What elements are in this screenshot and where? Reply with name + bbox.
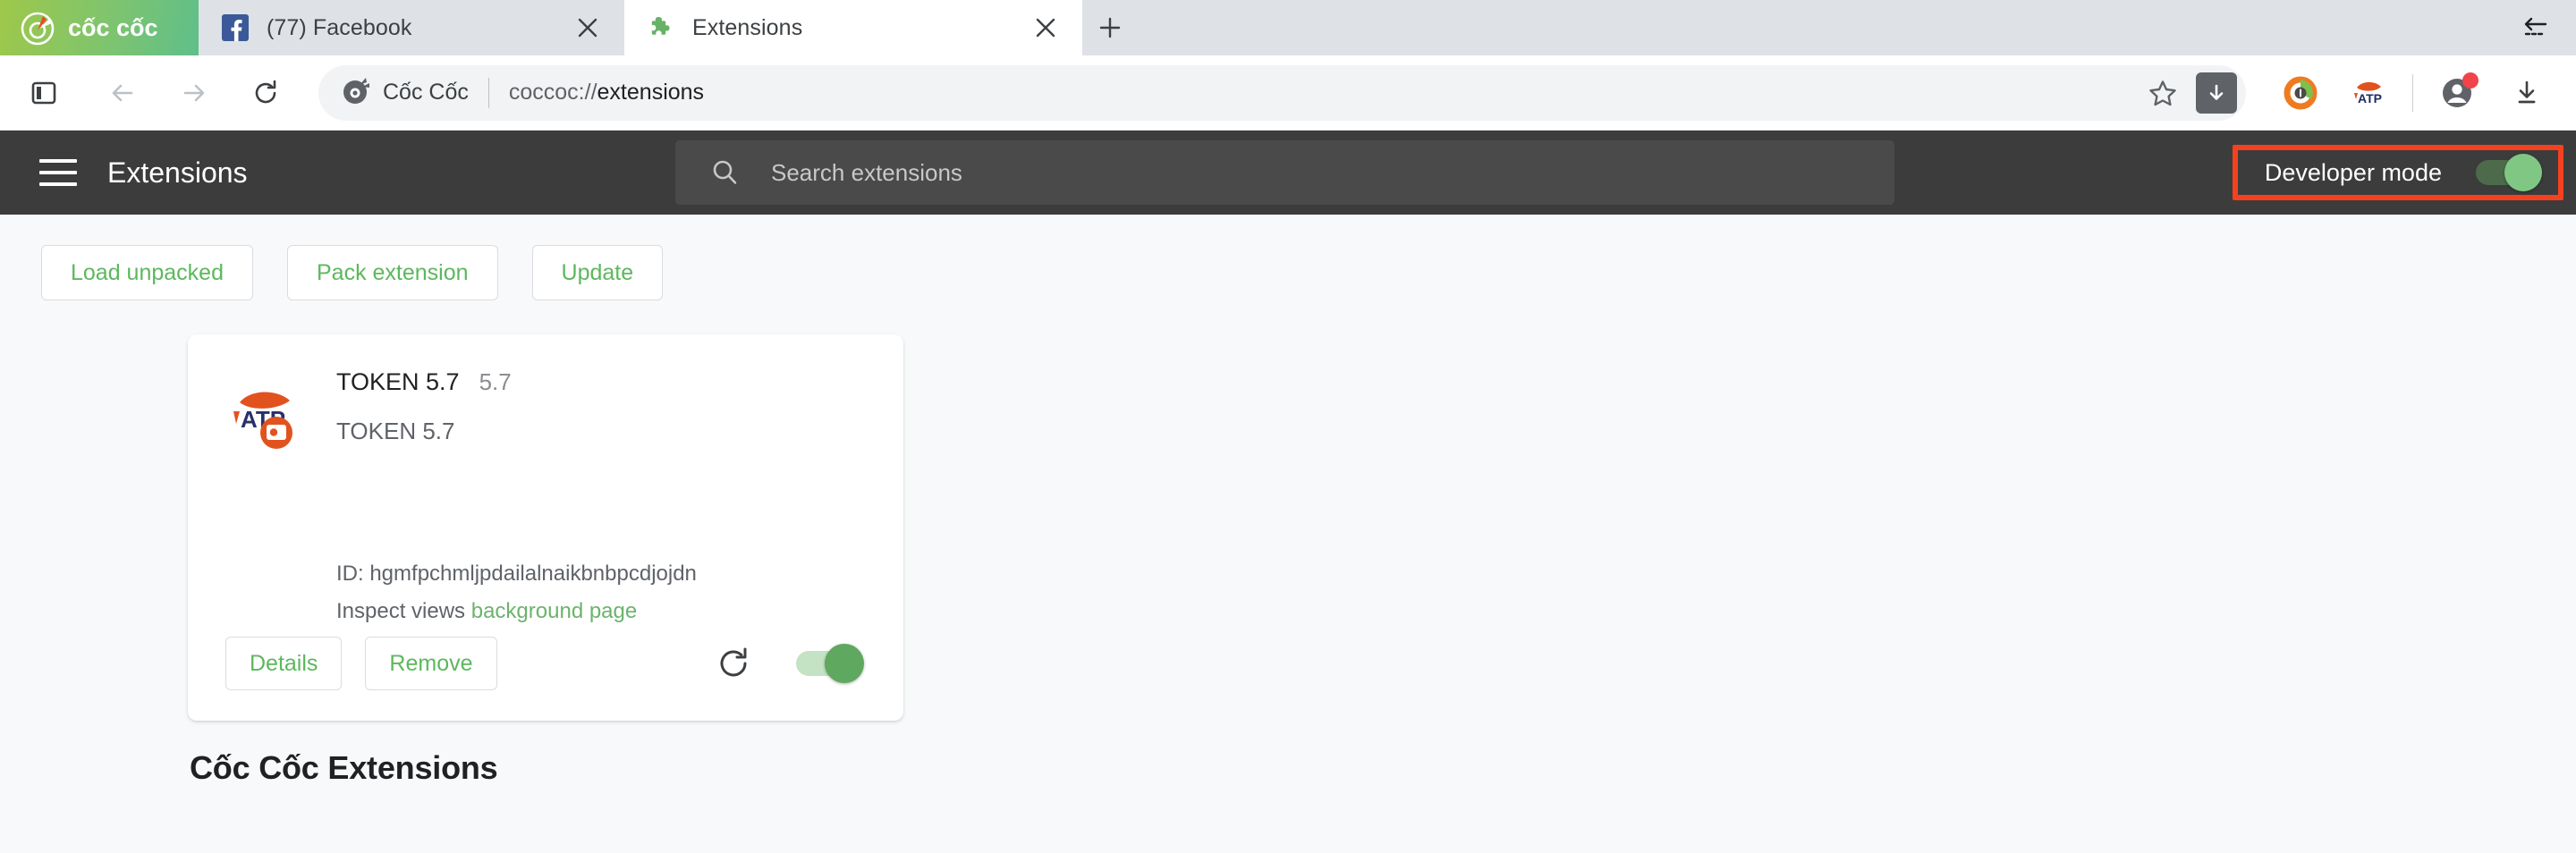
extension-name-line: TOKEN 5.7 5.7 (336, 368, 866, 396)
hamburger-menu-icon[interactable] (39, 159, 77, 186)
toggle-knob (825, 644, 864, 683)
downloads-tray-icon[interactable] (2497, 63, 2556, 122)
extension-id: ID: hgmfpchmljpdailalnaikbnbpcdjojdn (336, 562, 697, 586)
tab-title: (77) Facebook (267, 14, 412, 40)
pack-extension-button[interactable]: Pack extension (286, 245, 498, 300)
tab-strip-empty-area[interactable] (1138, 0, 2496, 55)
update-button[interactable]: Update (531, 245, 664, 300)
svg-text:ATP: ATP (2358, 91, 2382, 106)
browser-tab-extensions[interactable]: Extensions (624, 0, 1082, 55)
star-icon[interactable] (2133, 63, 2192, 122)
new-tab-button[interactable] (1082, 0, 1138, 55)
reload-icon[interactable] (236, 63, 295, 122)
profile-notification-badge (2462, 72, 2479, 89)
extensions-page-header: Extensions Search extensions Developer m… (0, 131, 2576, 215)
profile-avatar-icon[interactable] (2428, 63, 2487, 122)
search-input[interactable]: Search extensions (675, 140, 1894, 205)
atp-token-extension-icon: ATP (225, 377, 304, 456)
browser-tab-facebook[interactable]: (77) Facebook (199, 0, 624, 55)
load-unpacked-button[interactable]: Load unpacked (41, 245, 253, 300)
download-square-icon[interactable] (2196, 72, 2237, 114)
tab-close-icon[interactable] (567, 7, 608, 48)
details-button[interactable]: Details (225, 637, 343, 690)
developer-action-bar: Load unpacked Pack extension Update (0, 215, 2576, 300)
extension-name: TOKEN 5.7 (336, 368, 460, 395)
developer-mode-label: Developer mode (2264, 158, 2442, 186)
sidebar-panel-icon[interactable] (14, 63, 73, 122)
extension-card-top: ATP TOKEN 5.7 5.7 TOKEN 5.7 (225, 368, 866, 456)
extension-enabled-toggle[interactable] (796, 644, 864, 683)
omnibox-brand: Cốc Cốc (340, 74, 469, 111)
omnibox-divider (487, 77, 489, 108)
background-page-link[interactable]: background page (471, 599, 637, 623)
puzzle-piece-icon (648, 14, 674, 41)
extension-card-meta: TOKEN 5.7 5.7 TOKEN 5.7 (336, 368, 866, 456)
address-bar[interactable]: Cốc Cốc coccoc://extensions (318, 63, 2246, 122)
search-placeholder: Search extensions (771, 158, 962, 186)
arrow-back-icon[interactable] (93, 63, 152, 122)
browser-toolbar: Cốc Cốc coccoc://extensions ATP (0, 55, 2576, 131)
coccoc-brand-button[interactable]: cốc cốc (0, 0, 199, 55)
omnibox-actions (2133, 63, 2237, 122)
remove-button[interactable]: Remove (365, 637, 497, 690)
extension-description: TOKEN 5.7 (336, 418, 455, 444)
tab-close-icon[interactable] (1025, 7, 1066, 48)
browser-tab-strip: cốc cốc (77) Facebook Extensions (0, 0, 2576, 55)
omnibox-brand-label: Cốc Cốc (383, 80, 469, 105)
page-title: Extensions (107, 156, 248, 189)
coccoc-logo-icon (20, 9, 57, 46)
url-scheme: coccoc:// (508, 80, 597, 105)
window-restore-icon[interactable] (2496, 0, 2576, 55)
extensions-page-body: Load unpacked Pack extension Update ATP (0, 215, 2576, 853)
reload-icon[interactable] (714, 644, 753, 683)
toolbar-divider (2412, 73, 2413, 112)
toggle-knob (2504, 154, 2542, 191)
extension-card-footer: Details Remove (225, 637, 866, 690)
extensions-card-grid: ATP TOKEN 5.7 5.7 TOKEN 5.7 ID: hgmfpchm… (0, 300, 2576, 721)
search-icon (709, 157, 740, 188)
extension-inspect-views: Inspect views background page (336, 599, 637, 624)
tab-title: Extensions (692, 14, 803, 40)
coccoc-adblock-icon[interactable] (2271, 63, 2330, 122)
coccoc-wordmark: cốc cốc (68, 14, 202, 41)
developer-mode-toggle[interactable] (2476, 154, 2542, 191)
arrow-forward-icon[interactable] (165, 63, 224, 122)
svg-text:cốc cốc: cốc cốc (68, 14, 158, 41)
section-heading: Cốc Cốc Extensions (190, 749, 498, 786)
inspect-views-label: Inspect views (336, 599, 466, 623)
url-path: extensions (597, 80, 705, 105)
coccoc-logo-icon (340, 74, 372, 111)
facebook-icon (222, 14, 249, 41)
extension-version: 5.7 (479, 368, 512, 395)
atp-token-extension-icon[interactable]: ATP (2339, 63, 2398, 122)
developer-mode-highlight: Developer mode (2232, 145, 2563, 200)
omnibox-url[interactable]: coccoc://extensions (509, 80, 2133, 106)
extension-card: ATP TOKEN 5.7 5.7 TOKEN 5.7 ID: hgmfpchm… (188, 334, 903, 721)
